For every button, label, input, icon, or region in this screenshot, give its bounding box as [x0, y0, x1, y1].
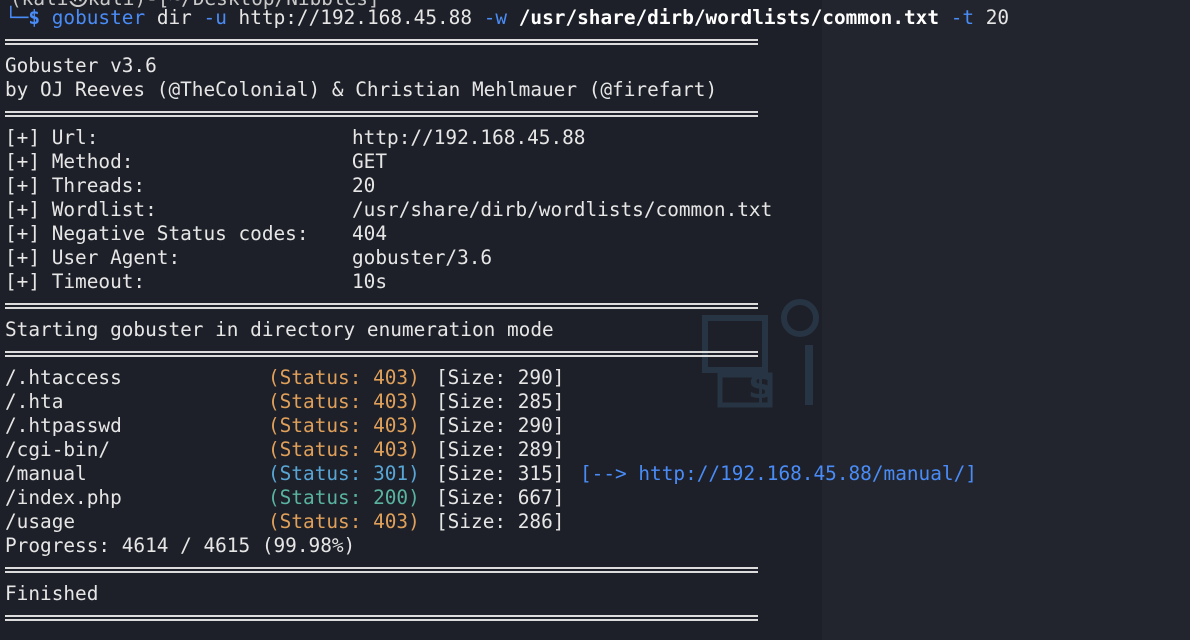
config-key: [+] Threads:: [5, 174, 146, 197]
result-size: [Size: 286]: [436, 510, 565, 533]
command-argument: dir: [145, 6, 192, 29]
result-size: [Size: 667]: [436, 486, 565, 509]
command-name: gobuster: [51, 6, 146, 29]
config-key: [+] User Agent:: [5, 246, 181, 269]
config-row: [+] User Agent: gobuster/3.6: [5, 246, 1190, 270]
banner-authors: by OJ Reeves (@TheColonial) & Christian …: [5, 78, 718, 101]
command-argument: -u: [191, 6, 227, 29]
result-path: /manual: [5, 462, 87, 485]
result-size: [Size: 285]: [436, 390, 565, 413]
config-row: [+] Wordlist: /usr/share/dirb/wordlists/c…: [5, 198, 1190, 222]
result-status: (Status: 403): [268, 414, 420, 437]
result-row: /.htaccess (Status: 403) [Size: 290]: [5, 366, 1190, 390]
result-row: /.hta (Status: 403) [Size: 285]: [5, 390, 1190, 414]
result-size: [Size: 290]: [436, 414, 565, 437]
command-argument: -t: [939, 6, 975, 29]
results-list: /.htaccess (Status: 403) [Size: 290] /.hta (…: [5, 366, 1190, 534]
result-path: /index.php: [5, 486, 122, 509]
result-path: /.hta: [5, 390, 64, 413]
command-arguments: dir -u http://192.168.45.88 -w /usr/shar…: [145, 6, 1009, 29]
config-key: [+] Url:: [5, 126, 99, 149]
result-status: (Status: 403): [268, 390, 420, 413]
result-row: /manual (Status: 301) [Size: 315] [--> http…: [5, 462, 1190, 486]
command-argument: 20: [974, 6, 1010, 29]
config-key: [+] Negative Status codes:: [5, 222, 309, 245]
command-argument: /usr/share/dirb/wordlists/common.txt: [507, 6, 940, 29]
progress-line: Progress: 4614 / 4615 (99.98%): [5, 534, 356, 557]
separator: [5, 294, 1190, 318]
config-row: [+] Method: GET: [5, 150, 1190, 174]
config-value: http://192.168.45.88: [352, 126, 586, 149]
result-status: (Status: 200): [268, 486, 420, 509]
prompt-symbol: $: [28, 6, 41, 29]
separator: [5, 30, 1190, 54]
config-key: [+] Wordlist:: [5, 198, 157, 221]
separator: [5, 102, 1190, 126]
prompt-tree-glyph: └─: [5, 6, 29, 29]
separator: [5, 342, 1190, 366]
banner-title: Gobuster v3.6: [5, 54, 157, 77]
config-value: 404: [352, 222, 388, 245]
config-row: [+] Negative Status codes: 404: [5, 222, 1190, 246]
config-value: 20: [352, 174, 376, 197]
result-path: /usage: [5, 510, 76, 533]
config-row: [+] Url: http://192.168.45.88: [5, 126, 1190, 150]
result-row: /index.php (Status: 200) [Size: 667]: [5, 486, 1190, 510]
config-value: gobuster/3.6: [352, 246, 493, 269]
result-row: /cgi-bin/ (Status: 403) [Size: 289]: [5, 438, 1190, 462]
config-list: [+] Url: http://192.168.45.88 [+] Method: G…: [5, 126, 1190, 294]
config-key: [+] Method:: [5, 150, 134, 173]
command-argument: http://192.168.45.88: [226, 6, 473, 29]
result-row: /.htpasswd (Status: 403) [Size: 290]: [5, 414, 1190, 438]
result-status: (Status: 403): [268, 438, 420, 461]
config-row: [+] Threads: 20: [5, 174, 1190, 198]
config-value: /usr/share/dirb/wordlists/common.txt: [352, 198, 773, 221]
result-status: (Status: 403): [268, 366, 420, 389]
mode-message: Starting gobuster in directory enumerati…: [5, 318, 554, 341]
terminal-window[interactable]: $ (kali㉿kali)-[~/Desktop/Nibbles] └─$ go…: [0, 0, 1190, 640]
separator: [5, 558, 1190, 582]
result-path: /.htaccess: [5, 366, 122, 389]
result-redirect-link[interactable]: [--> http://192.168.45.88/manual/]: [580, 462, 977, 486]
command-line: └─$ gobuster dir -u http://192.168.45.88…: [5, 6, 1190, 30]
result-status: (Status: 301): [268, 462, 420, 485]
result-size: [Size: 290]: [436, 366, 565, 389]
finished-message: Finished: [5, 582, 99, 605]
separator: [5, 606, 1190, 630]
command-argument: -w: [472, 6, 508, 29]
result-row: /usage (Status: 403) [Size: 286]: [5, 510, 1190, 534]
result-status: (Status: 403): [268, 510, 420, 533]
config-row: [+] Timeout: 10s: [5, 270, 1190, 294]
config-value: 10s: [352, 270, 388, 293]
result-path: /.htpasswd: [5, 414, 122, 437]
terminal-output: └─$ gobuster dir -u http://192.168.45.88…: [5, 6, 1190, 630]
result-size: [Size: 315]: [436, 462, 565, 485]
config-key: [+] Timeout:: [5, 270, 146, 293]
result-path: /cgi-bin/: [5, 438, 111, 461]
config-value: GET: [352, 150, 388, 173]
result-size: [Size: 289]: [436, 438, 565, 461]
